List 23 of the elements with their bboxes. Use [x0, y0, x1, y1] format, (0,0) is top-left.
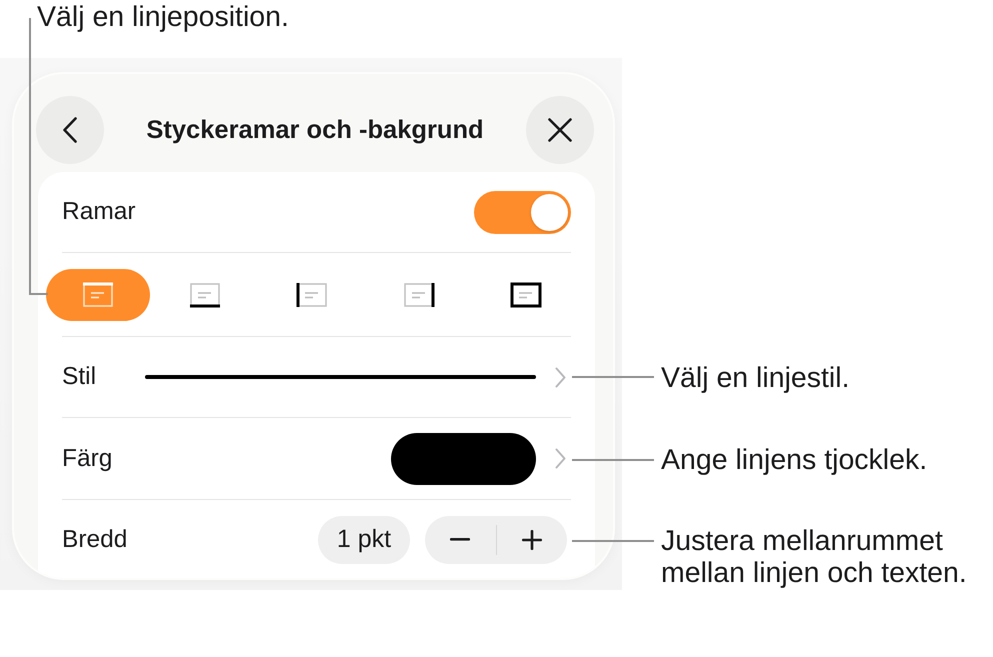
top-border-icon: [82, 282, 114, 308]
close-icon: [548, 118, 572, 142]
row-label: Färg: [62, 444, 112, 472]
right-border-icon: [402, 282, 434, 308]
bottom-border-icon: [188, 282, 220, 308]
color-swatch[interactable]: [391, 432, 536, 484]
callout-text: Välj en linjeposition.: [37, 1, 289, 33]
callout-text: Justera mellanrummet mellan linjen och texten.: [661, 525, 968, 589]
left-border-icon: [296, 282, 328, 308]
popover-title: Styckeramar och -bakgrund: [146, 116, 484, 144]
row-label: Bredd: [62, 526, 128, 554]
callout-text: Välj en linjestil.: [661, 362, 850, 394]
callout-text: Ange linjens tjocklek.: [661, 444, 928, 476]
minus-icon: [450, 538, 470, 541]
chevron-left-icon: [63, 117, 77, 143]
toggle-switch[interactable]: [474, 190, 571, 234]
width-value[interactable]: 1 pkt: [318, 516, 410, 564]
chevron-right-icon: [555, 448, 566, 469]
row-label: Stil: [62, 363, 98, 391]
row-label: Ramar: [62, 198, 136, 226]
plus-icon: [522, 530, 542, 550]
box-border-icon: [510, 282, 542, 308]
chevron-right-icon: [555, 366, 566, 388]
